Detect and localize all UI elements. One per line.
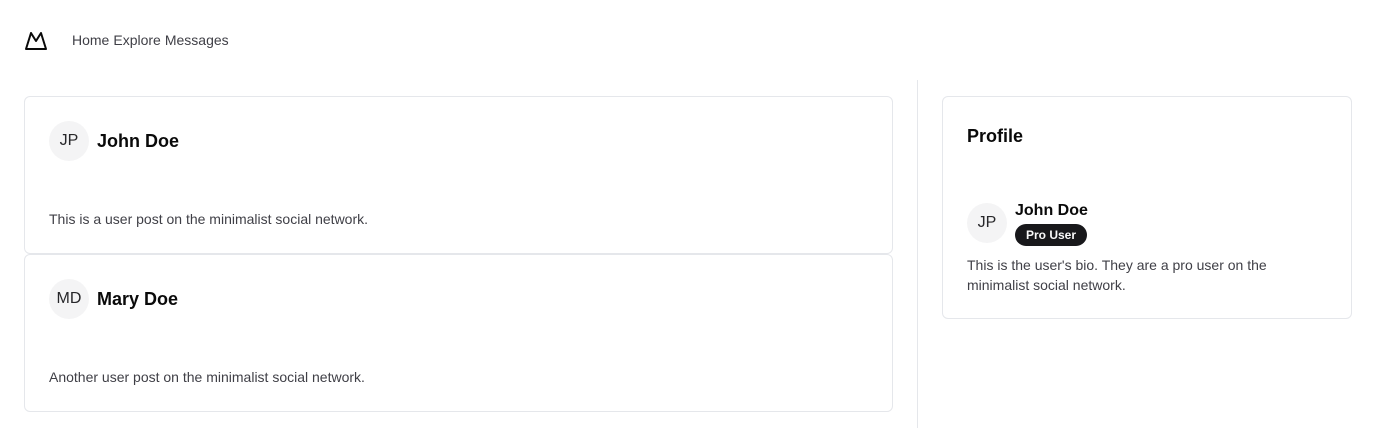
post-feed: JP John Doe This is a user post on the m… (24, 96, 893, 412)
post-card: MD Mary Doe Another user post on the min… (24, 254, 893, 412)
column-divider (917, 80, 918, 428)
mountain-logo-icon[interactable] (24, 29, 48, 51)
post-card: JP John Doe This is a user post on the m… (24, 96, 893, 254)
profile-title: Profile (967, 126, 1024, 146)
pro-user-badge: Pro User (1015, 224, 1088, 246)
nav-messages-link[interactable]: Messages (165, 31, 229, 49)
post-body: This is a user post on the minimalist so… (49, 211, 369, 227)
top-header: Home Explore Messages (0, 0, 1376, 80)
profile-bio: This is the user's bio. They are a pro u… (967, 257, 1267, 293)
post-body: Another user post on the minimalist soci… (49, 369, 365, 385)
profile-card: Profile JP John Doe Pro User This is the… (942, 96, 1352, 319)
post-author[interactable]: Mary Doe (97, 288, 178, 310)
avatar[interactable]: JP (49, 121, 89, 161)
post-author[interactable]: John Doe (97, 130, 179, 152)
avatar[interactable]: MD (49, 279, 89, 319)
main-nav: Home Explore Messages (72, 31, 229, 49)
profile-name[interactable]: John Doe (1015, 201, 1088, 221)
nav-home-link[interactable]: Home (72, 31, 109, 49)
page: Home Explore Messages JP John Doe This i… (0, 0, 1376, 428)
nav-explore-link[interactable]: Explore (113, 31, 160, 49)
profile-avatar[interactable]: JP (967, 203, 1007, 243)
